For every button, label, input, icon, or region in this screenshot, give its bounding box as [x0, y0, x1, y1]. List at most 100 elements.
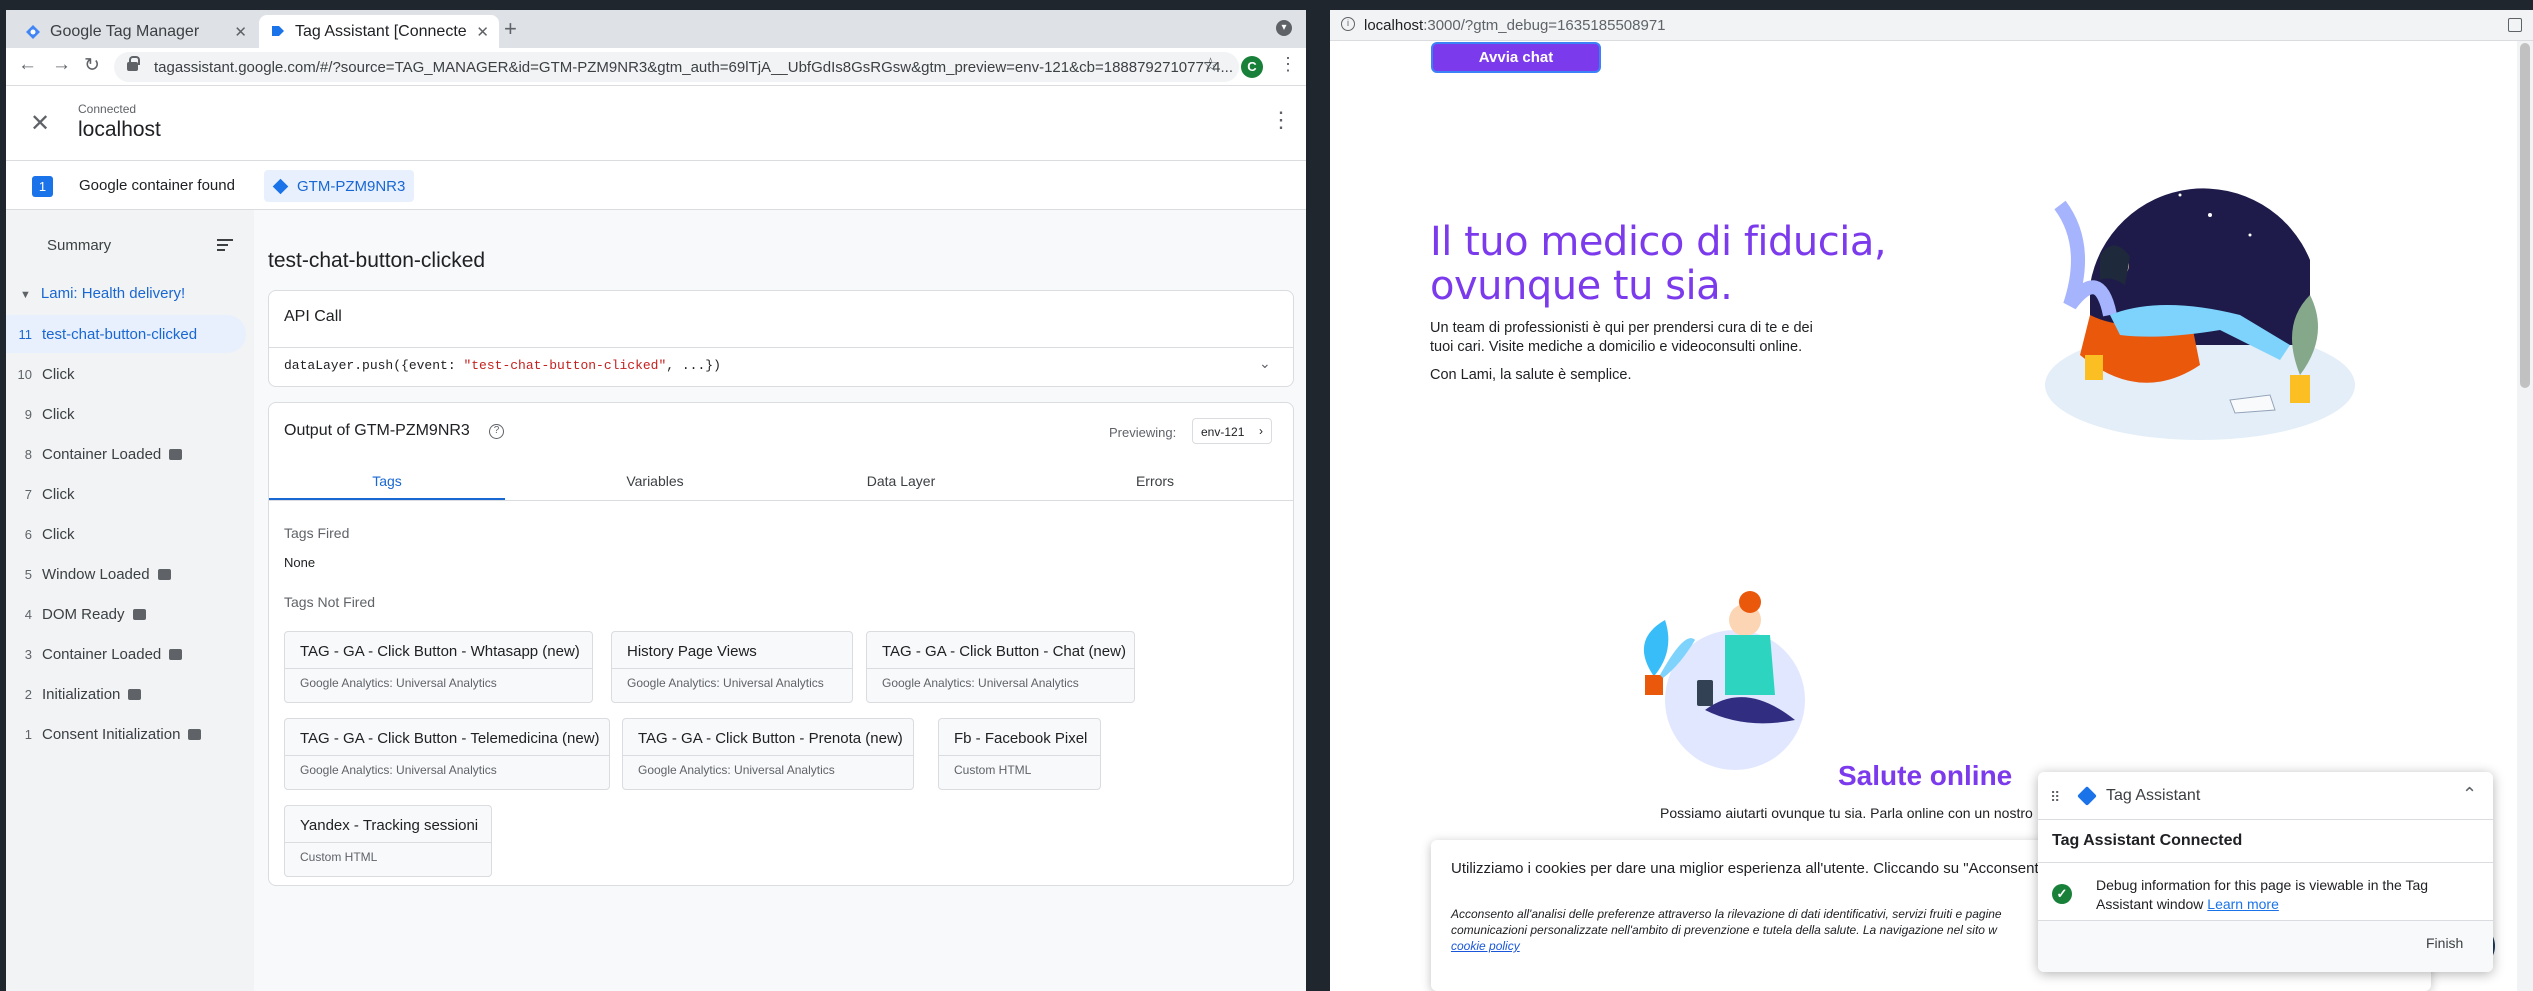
- tag-card[interactable]: TAG - GA - Click Button - Telemedicina (…: [284, 718, 610, 790]
- section-text: Possiamo aiutarti ovunque tu sia. Parla …: [1660, 805, 2033, 821]
- connection-status: Connected: [78, 102, 137, 116]
- container-chip[interactable]: GTM-PZM9NR3: [264, 170, 414, 202]
- output-card: Output of GTM-PZM9NR3 ? Previewing: env-…: [268, 402, 1294, 886]
- event-name: DOM Ready: [42, 605, 125, 623]
- tag-card[interactable]: TAG - GA - Click Button - Chat (new) Goog…: [866, 631, 1135, 703]
- tag-card[interactable]: TAG - GA - Click Button - Whtasapp (new)…: [284, 631, 593, 703]
- event-item[interactable]: 8 Container Loaded: [6, 435, 246, 473]
- gtm-icon: [272, 178, 289, 195]
- container-bar: 1 Google container found GTM-PZM9NR3: [6, 161, 1306, 210]
- connected-host: localhost: [78, 118, 161, 141]
- expand-chevron-icon[interactable]: ⌄: [1259, 355, 1271, 372]
- drag-handle-icon[interactable]: ⠿: [2050, 789, 2060, 806]
- cookie-detail: Acconsento all'analisi delle preferenze …: [1451, 906, 2011, 954]
- environment-chip[interactable]: env-121 ›: [1192, 418, 1272, 444]
- event-title: test-chat-button-clicked: [268, 249, 486, 272]
- event-item[interactable]: 9 Click: [6, 395, 246, 433]
- reload-icon[interactable]: ↻: [84, 54, 100, 77]
- api-call-code: dataLayer.push({event: "test-chat-button…: [284, 358, 721, 373]
- event-number: 7: [24, 486, 32, 502]
- tab-variables[interactable]: Variables: [537, 463, 773, 501]
- api-call-card: API Call dataLayer.push({event: "test-ch…: [268, 290, 1294, 387]
- event-item[interactable]: 11 test-chat-button-clicked: [6, 315, 246, 353]
- event-item[interactable]: 5 Window Loaded: [6, 555, 246, 593]
- event-detail-pane: test-chat-button-clicked API Call dataLa…: [254, 210, 1306, 991]
- tab-strip: Google Tag Manager ✕ Tag Assistant [Conn…: [6, 10, 1306, 48]
- event-item[interactable]: 4 DOM Ready: [6, 595, 246, 633]
- container-group-header[interactable]: ▼ Lami: Health delivery!: [20, 285, 185, 302]
- cookie-policy-link[interactable]: cookie policy: [1451, 939, 1520, 953]
- popup-header: ⠿ Tag Assistant ⌃: [2038, 772, 2493, 820]
- event-name: Initialization: [42, 685, 121, 703]
- close-icon[interactable]: ✕: [30, 109, 50, 138]
- tab-tag-assistant[interactable]: Tag Assistant [Connecte ✕: [259, 15, 499, 48]
- tag-name: TAG - GA - Click Button - Whtasapp (new): [300, 643, 580, 660]
- event-sidebar: Summary ▼ Lami: Health delivery! 11 test-c…: [6, 210, 254, 991]
- new-tab-icon[interactable]: +: [504, 16, 517, 42]
- back-arrow-icon[interactable]: ←: [18, 54, 37, 76]
- page-url[interactable]: localhost:3000/?gtm_debug=1635185508971: [1364, 17, 1666, 34]
- clear-messages-icon[interactable]: [217, 237, 233, 253]
- finish-button[interactable]: Finish: [2426, 935, 2463, 951]
- close-tab-icon[interactable]: ✕: [234, 23, 247, 41]
- event-name: Consent Initialization: [42, 725, 181, 743]
- code-prefix: dataLayer.push({event:: [284, 358, 464, 373]
- cookie-text: Utilizziamo i cookies per dare una migli…: [1451, 860, 2057, 877]
- summary-link[interactable]: Summary: [47, 237, 111, 254]
- tab-tags[interactable]: Tags: [269, 463, 505, 501]
- start-chat-button[interactable]: Avvia chat: [1431, 42, 1601, 73]
- event-name: Window Loaded: [42, 565, 150, 583]
- api-call-title: API Call: [284, 308, 342, 325]
- collapse-icon[interactable]: ⌃: [2462, 784, 2477, 805]
- event-number: 1: [24, 726, 32, 742]
- scrollbar[interactable]: [2517, 41, 2533, 991]
- container-group-title: Lami: Health delivery!: [40, 285, 186, 302]
- event-name: test-chat-button-clicked: [42, 325, 198, 343]
- tag-card[interactable]: Fb - Facebook Pixel Custom HTML: [938, 718, 1101, 790]
- profile-avatar[interactable]: C: [1241, 56, 1263, 78]
- hero-tagline: Con Lami, la salute è semplice.: [1430, 367, 1632, 383]
- extension-icon[interactable]: [2508, 18, 2522, 32]
- more-options-icon[interactable]: ⋮: [1270, 107, 1292, 133]
- section-illustration: [1643, 591, 1805, 770]
- tab-google-tag-manager[interactable]: Google Tag Manager ✕: [14, 15, 257, 48]
- event-item[interactable]: 2 Initialization: [6, 675, 246, 713]
- divider: [269, 347, 1293, 348]
- event-number: 2: [24, 686, 32, 702]
- event-number: 10: [17, 366, 32, 382]
- event-item[interactable]: 7 Click: [6, 475, 246, 513]
- tag-card[interactable]: History Page Views Google Analytics: Univ…: [611, 631, 853, 703]
- help-icon[interactable]: ?: [489, 424, 504, 439]
- container-found-label: Google container found: [79, 177, 235, 194]
- tab-data-layer[interactable]: Data Layer: [783, 463, 1019, 501]
- event-item[interactable]: 3 Container Loaded: [6, 635, 246, 673]
- tab-errors[interactable]: Errors: [1037, 463, 1273, 501]
- popup-footer: Finish: [2038, 920, 2493, 972]
- event-number: 11: [18, 326, 33, 342]
- event-item[interactable]: 1 Consent Initialization: [6, 715, 246, 753]
- api-badge-icon: [132, 608, 146, 620]
- tag-assistant-header: ✕ Connected localhost ⋮: [6, 87, 1306, 161]
- browser-menu-icon[interactable]: ⋮: [1279, 54, 1297, 75]
- tab-search-icon[interactable]: ▾: [1276, 20, 1292, 36]
- event-name: Container Loaded: [42, 445, 162, 463]
- website-browser-window: i localhost:3000/?gtm_debug=163518550897…: [1330, 10, 2533, 991]
- address-bar[interactable]: tagassistant.google.com/#/?source=TAG_MA…: [114, 52, 1239, 82]
- event-item[interactable]: 6 Click: [6, 515, 246, 553]
- tag-type: Google Analytics: Universal Analytics: [623, 755, 913, 789]
- divider: [2038, 862, 2493, 863]
- close-tab-icon[interactable]: ✕: [476, 23, 489, 41]
- learn-more-link[interactable]: Learn more: [2207, 896, 2279, 912]
- environment-name: env-121: [1201, 425, 1245, 439]
- tag-card[interactable]: TAG - GA - Click Button - Prenota (new) G…: [622, 718, 914, 790]
- code-event-string: "test-chat-button-clicked": [463, 358, 667, 373]
- scrollbar-thumb[interactable]: [2520, 43, 2530, 388]
- tag-type: Custom HTML: [285, 842, 491, 876]
- tag-name: TAG - GA - Click Button - Telemedicina (…: [300, 730, 600, 747]
- site-info-icon[interactable]: i: [1341, 17, 1355, 31]
- bookmark-star-icon[interactable]: ☆: [1202, 54, 1219, 77]
- forward-arrow-icon[interactable]: →: [52, 54, 71, 76]
- address-bar[interactable]: i localhost:3000/?gtm_debug=163518550897…: [1330, 10, 2533, 41]
- tag-card[interactable]: Yandex - Tracking sessioni Custom HTML: [284, 805, 492, 877]
- event-item[interactable]: 10 Click: [6, 355, 246, 393]
